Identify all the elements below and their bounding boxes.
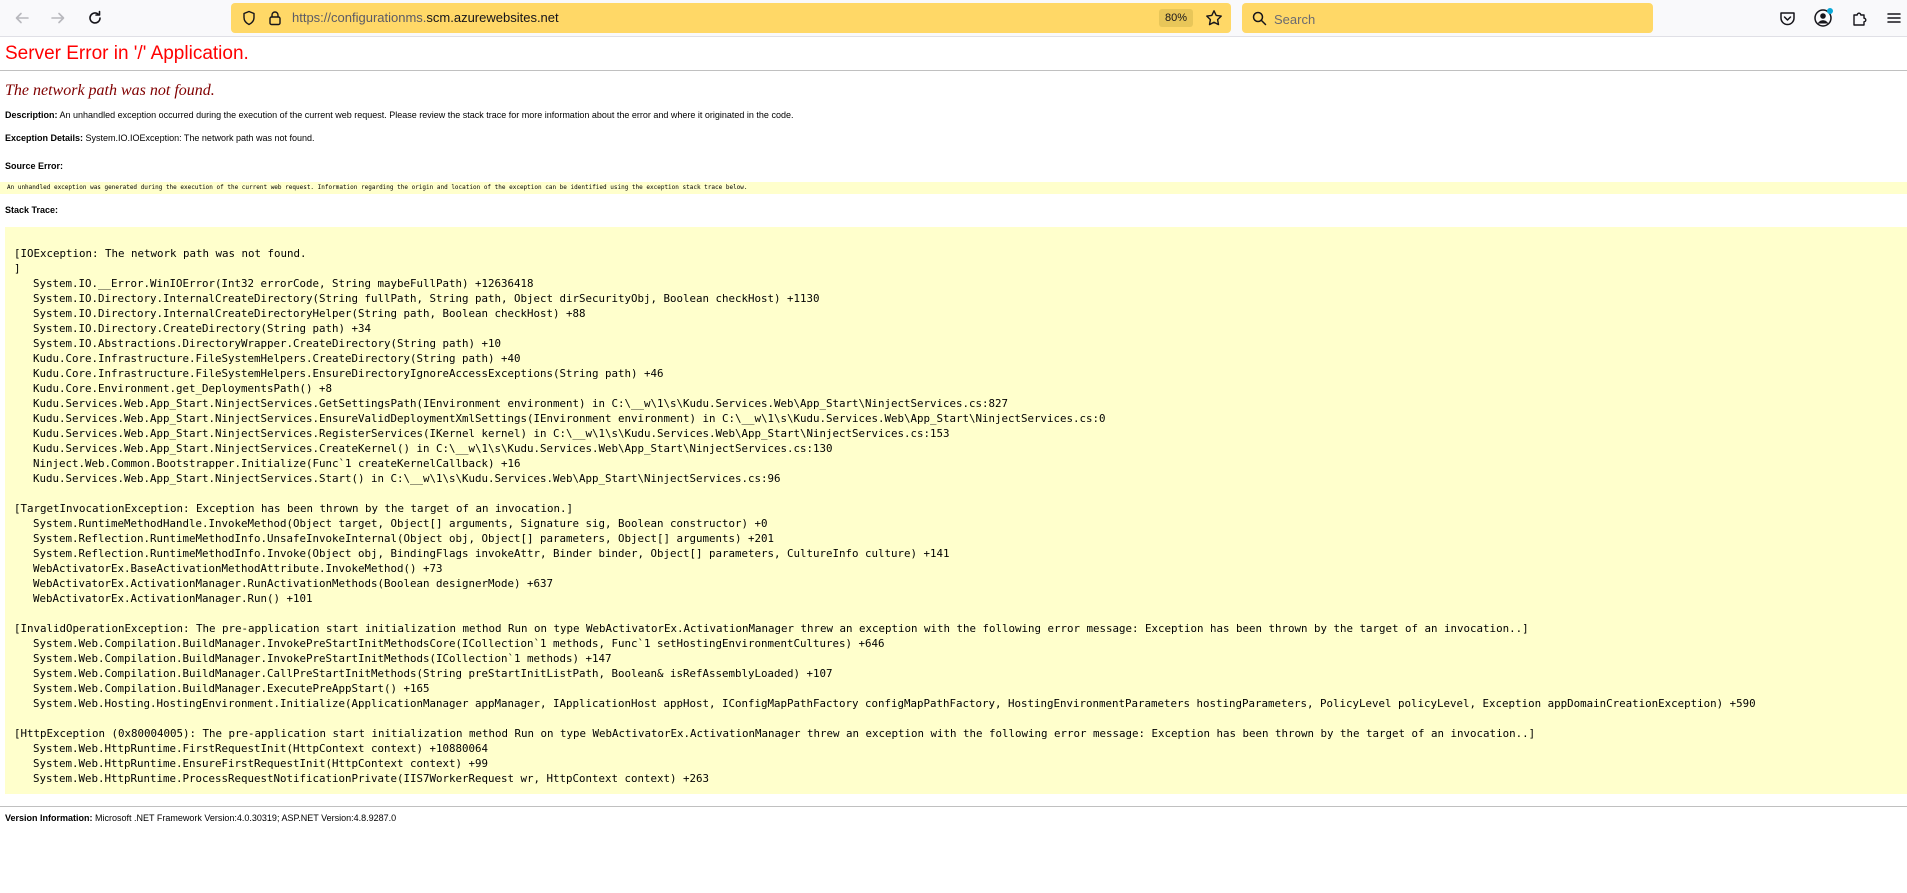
back-button[interactable]: [10, 6, 34, 30]
stack-trace-line: [14, 606, 1907, 621]
title-divider: [0, 70, 1907, 71]
zoom-level-badge[interactable]: 80%: [1159, 9, 1193, 27]
stack-trace-line: Kudu.Core.Infrastructure.FileSystemHelpe…: [33, 352, 521, 365]
source-error-heading: Source Error:: [5, 161, 1907, 172]
stack-trace-line: System.IO.Directory.InternalCreateDirect…: [33, 307, 586, 320]
stack-trace-line: Kudu.Services.Web.App_Start.NinjectServi…: [33, 442, 833, 455]
stack-trace-line: System.IO.Directory.InternalCreateDirect…: [33, 292, 820, 305]
source-error-box: An unhandled exception was generated dur…: [0, 182, 1907, 194]
stack-trace-line: System.Web.Compilation.BuildManager.Invo…: [33, 637, 885, 650]
menu-button[interactable]: [1883, 7, 1905, 29]
back-icon: [15, 12, 29, 24]
stack-trace-heading: Stack Trace:: [5, 205, 1907, 216]
stack-trace-line: [14, 711, 1907, 726]
stack-trace-line: [14, 486, 1907, 501]
stack-trace-line: System.Web.Hosting.HostingEnvironment.In…: [33, 697, 1756, 710]
reload-button[interactable]: [83, 6, 107, 30]
search-bar[interactable]: [1242, 3, 1653, 33]
stack-trace-line: ]: [14, 262, 21, 275]
footer-divider: [0, 806, 1907, 807]
page-title: Server Error in '/' Application.: [5, 43, 249, 64]
search-input[interactable]: [1272, 6, 1646, 32]
menu-icon: [1887, 13, 1901, 23]
stack-trace-line: Kudu.Core.Environment.get_DeploymentsPat…: [33, 382, 333, 395]
stack-trace-line: System.Web.HttpRuntime.ProcessRequestNot…: [33, 772, 710, 785]
url-text[interactable]: https://configurationms.scm.azurewebsite…: [292, 10, 559, 25]
stack-trace-line: [HttpException (0x80004005): The pre-app…: [14, 727, 1536, 740]
stack-trace-line: Kudu.Services.Web.App_Start.NinjectServi…: [33, 427, 950, 440]
url-prefix: https://configurationms.: [292, 10, 427, 25]
account-button[interactable]: [1812, 7, 1834, 29]
stack-trace-line: Kudu.Services.Web.App_Start.NinjectServi…: [33, 397, 1009, 410]
stack-trace-line: System.Reflection.RuntimeMethodInfo.Invo…: [33, 547, 950, 560]
stack-trace-line: [IOException: The network path was not f…: [14, 247, 307, 260]
url-host: scm.azurewebsites.net: [426, 10, 559, 25]
stack-trace-box: [IOException: The network path was not f…: [5, 227, 1907, 794]
account-notification-dot: [1827, 8, 1833, 14]
exception-details: Exception Details: System.IO.IOException…: [5, 133, 1907, 144]
stack-trace-line: [TargetInvocationException: Exception ha…: [14, 502, 574, 515]
search-icon: [1252, 11, 1267, 26]
stack-trace-line: WebActivatorEx.BaseActivationMethodAttri…: [33, 562, 443, 575]
error-subtitle: The network path was not found.: [5, 82, 215, 99]
description-label: Description:: [5, 110, 58, 120]
stack-trace-line: Ninject.Web.Common.Bootstrapper.Initiali…: [33, 457, 521, 470]
stack-trace-line: System.Web.HttpRuntime.FirstRequestInit(…: [33, 742, 489, 755]
forward-icon: [51, 12, 65, 24]
stack-trace-line: System.IO.__Error.WinIOError(Int32 error…: [33, 277, 534, 290]
stack-trace-label: Stack Trace:: [5, 205, 59, 215]
stack-trace-line: System.Web.Compilation.BuildManager.Call…: [33, 667, 833, 680]
extensions-button[interactable]: [1848, 7, 1870, 29]
forward-button[interactable]: [46, 6, 70, 30]
stack-trace-line: WebActivatorEx.ActivationManager.Run() +…: [33, 592, 313, 605]
stack-trace-line: Kudu.Core.Infrastructure.FileSystemHelpe…: [33, 367, 664, 380]
stack-trace-line: System.RuntimeMethodHandle.InvokeMethod(…: [33, 517, 768, 530]
stack-trace-line: WebActivatorEx.ActivationManager.RunActi…: [33, 577, 554, 590]
url-bar[interactable]: https://configurationms.scm.azurewebsite…: [231, 3, 1231, 33]
stack-trace-line: Kudu.Services.Web.App_Start.NinjectServi…: [33, 412, 1106, 425]
stack-trace-line: [InvalidOperationException: The pre-appl…: [14, 622, 1529, 635]
version-information: Version Information: Microsoft .NET Fram…: [5, 813, 1907, 824]
browser-toolbar: https://configurationms.scm.azurewebsite…: [0, 0, 1907, 37]
version-label: Version Information:: [5, 813, 93, 823]
star-icon[interactable]: [1205, 9, 1223, 27]
stack-trace-line: System.IO.Abstractions.DirectoryWrapper.…: [33, 337, 502, 350]
source-error-label: Source Error:: [5, 161, 64, 171]
stack-trace-line: System.Reflection.RuntimeMethodInfo.Unsa…: [33, 532, 775, 545]
description-text: An unhandled exception occurred during t…: [59, 110, 794, 120]
stack-trace-line: System.Web.Compilation.BuildManager.Exec…: [33, 682, 430, 695]
description: Description: An unhandled exception occu…: [5, 110, 1907, 121]
stack-trace-line: System.Web.HttpRuntime.EnsureFirstReques…: [33, 757, 489, 770]
stack-trace-line: Kudu.Services.Web.App_Start.NinjectServi…: [33, 472, 781, 485]
reload-icon: [89, 10, 101, 24]
version-text: Microsoft .NET Framework Version:4.0.303…: [95, 813, 397, 823]
pocket-button[interactable]: [1776, 7, 1798, 29]
stack-trace-line: System.IO.Directory.CreateDirectory(Stri…: [33, 322, 372, 335]
pocket-icon: [1779, 11, 1795, 25]
shield-icon[interactable]: [241, 10, 257, 26]
error-page: Server Error in '/' Application. The net…: [0, 37, 1907, 824]
exception-text: System.IO.IOException: The network path …: [85, 133, 315, 143]
extensions-icon: [1852, 12, 1866, 26]
lock-icon[interactable]: [267, 10, 283, 26]
exception-label: Exception Details:: [5, 133, 84, 143]
stack-trace-line: System.Web.Compilation.BuildManager.Invo…: [33, 652, 612, 665]
